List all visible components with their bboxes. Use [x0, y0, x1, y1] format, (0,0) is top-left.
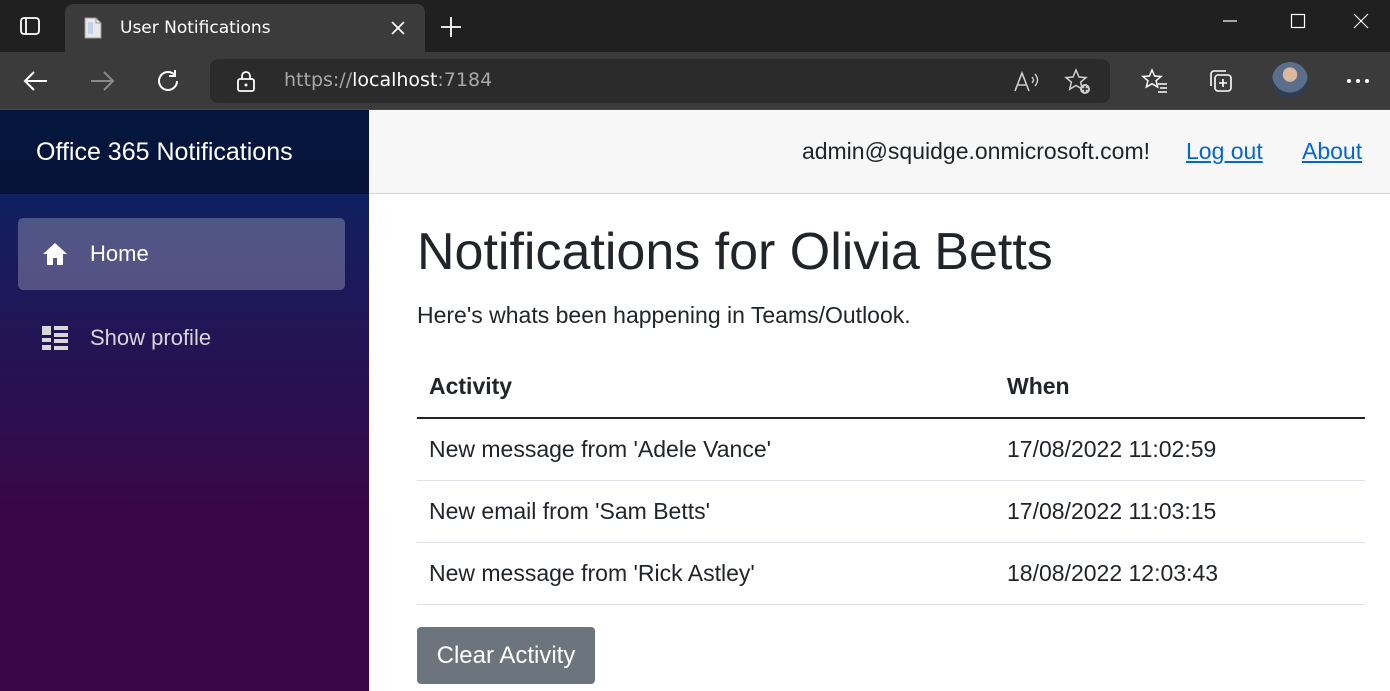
- about-link[interactable]: About: [1302, 138, 1362, 165]
- star-plus-icon[interactable]: [1062, 66, 1094, 98]
- forward-arrow-icon[interactable]: [82, 61, 122, 101]
- logout-link[interactable]: Log out: [1186, 138, 1263, 165]
- favorites-icon[interactable]: [1135, 61, 1175, 101]
- address-bar[interactable]: https://localhost:7184: [210, 59, 1110, 103]
- profile-avatar[interactable]: [1272, 62, 1308, 98]
- table-row: New message from 'Rick Astley' 18/08/202…: [417, 542, 1365, 605]
- list-icon: [40, 323, 70, 353]
- collections-icon[interactable]: [1201, 61, 1241, 101]
- tab-title: User Notifications: [120, 18, 271, 38]
- activity-cell: New message from 'Adele Vance': [417, 418, 995, 481]
- table-row: New message from 'Adele Vance' 17/08/202…: [417, 418, 1365, 481]
- sidebar-item-home[interactable]: Home: [18, 218, 345, 290]
- back-arrow-icon[interactable]: [16, 61, 56, 101]
- browser-tab[interactable]: User Notifications: [65, 4, 425, 52]
- activity-cell: New email from 'Sam Betts': [417, 480, 995, 543]
- url-text[interactable]: https://localhost:7184: [284, 69, 492, 91]
- column-header-activity: Activity: [417, 356, 995, 419]
- lock-icon[interactable]: [236, 70, 256, 97]
- brand-bar: Office 365 Notifications: [0, 110, 369, 194]
- page-icon: [81, 16, 105, 40]
- sidebar-item-show-profile[interactable]: Show profile: [18, 302, 345, 374]
- table-header-row: Activity When: [417, 356, 1365, 419]
- close-icon[interactable]: [387, 17, 409, 39]
- notifications-table: Activity When New message from 'Adele Va…: [417, 356, 1365, 605]
- user-greeting: admin@squidge.onmicrosoft.com!: [801, 138, 1150, 164]
- table-row: New email from 'Sam Betts' 17/08/2022 11…: [417, 480, 1365, 543]
- minimize-icon[interactable]: [1196, 0, 1264, 42]
- plus-icon[interactable]: [437, 13, 465, 41]
- url-host: localhost: [352, 69, 438, 91]
- sidebar-item-label: Home: [90, 241, 149, 266]
- url-scheme: https://: [284, 69, 353, 91]
- more-icon[interactable]: [1338, 61, 1378, 101]
- column-header-when: When: [995, 356, 1365, 419]
- page-title: Notifications for Olivia Betts: [417, 223, 1053, 281]
- browser-toolbar: https://localhost:7184: [0, 52, 1390, 110]
- when-cell: 18/08/2022 12:03:43: [995, 542, 1365, 605]
- top-row: admin@squidge.onmicrosoft.com! Log out A…: [369, 110, 1390, 194]
- when-cell: 17/08/2022 11:03:15: [995, 480, 1365, 543]
- activity-cell: New message from 'Rick Astley': [417, 542, 995, 605]
- tab-actions-icon[interactable]: [0, 0, 60, 52]
- clear-activity-button[interactable]: Clear Activity: [417, 627, 595, 684]
- when-cell: 17/08/2022 11:02:59: [995, 418, 1365, 481]
- url-port: :7184: [437, 69, 493, 91]
- browser-titlebar: User Notifications: [0, 0, 1390, 52]
- refresh-icon[interactable]: [148, 61, 188, 101]
- sidebar: Office 365 Notifications Home Show profi…: [0, 110, 369, 691]
- home-icon: [40, 239, 70, 269]
- read-aloud-icon[interactable]: [1010, 66, 1042, 98]
- brand-title[interactable]: Office 365 Notifications: [36, 138, 293, 167]
- maximize-icon[interactable]: [1264, 0, 1332, 42]
- page-subtitle: Here's whats been happening in Teams/Out…: [417, 302, 911, 328]
- sidebar-item-label: Show profile: [90, 325, 212, 350]
- window-close-icon[interactable]: [1332, 0, 1390, 42]
